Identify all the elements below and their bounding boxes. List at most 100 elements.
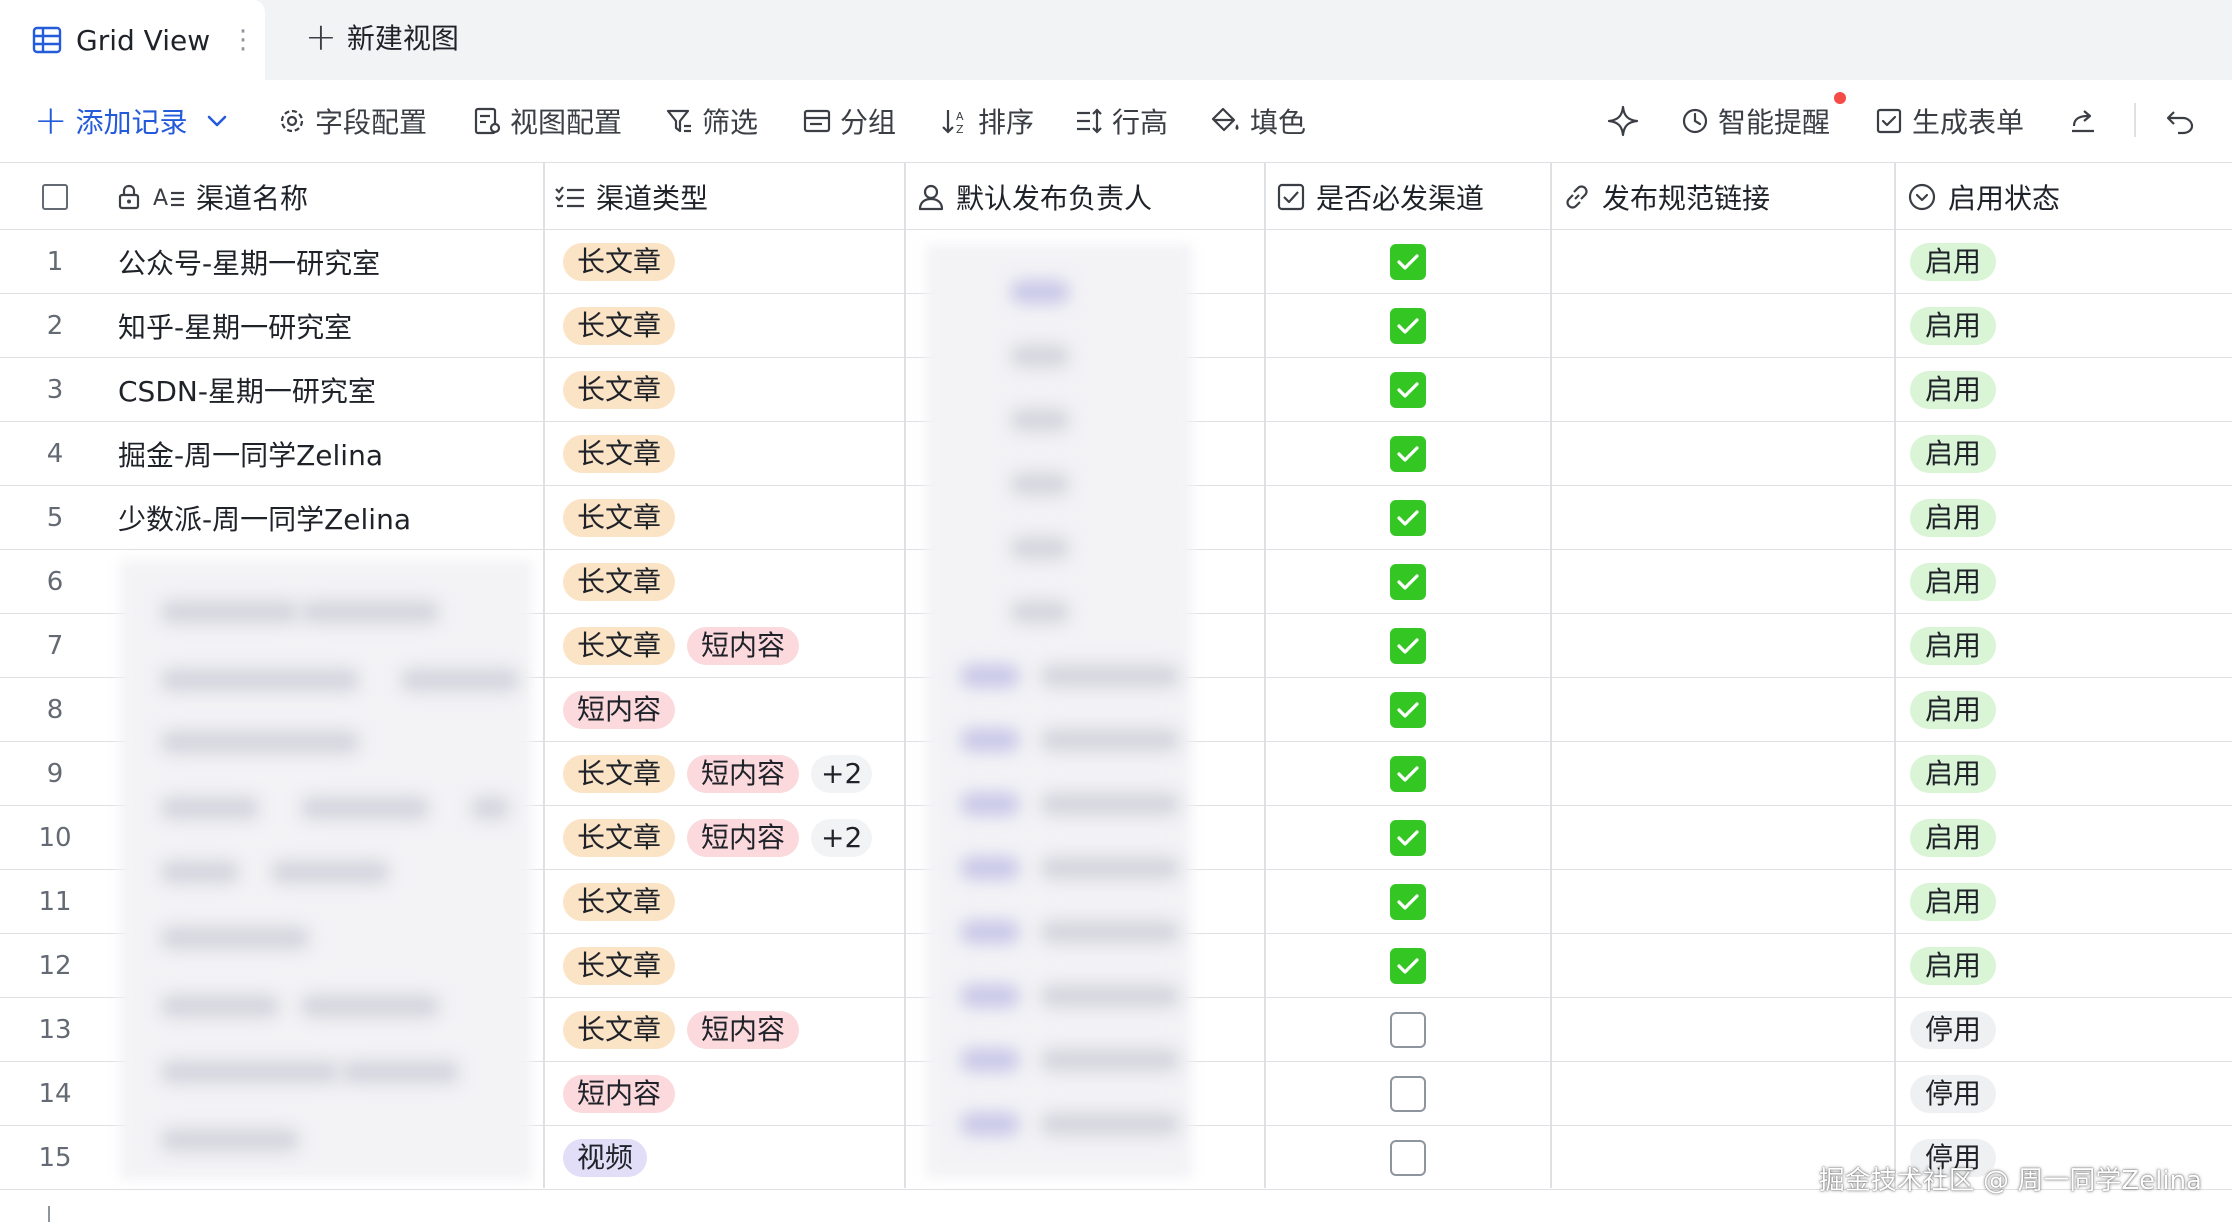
channel-type-cell[interactable]: 长文章 bbox=[563, 230, 676, 293]
enabled-status-cell[interactable]: 停用 bbox=[1910, 998, 1997, 1061]
add-record-button[interactable]: + 添加记录 bbox=[34, 80, 236, 162]
view-config-button[interactable]: 视图配置 bbox=[472, 80, 622, 162]
checkbox-checked[interactable] bbox=[1390, 819, 1426, 856]
spec-link-cell[interactable] bbox=[1552, 358, 1892, 421]
channel-name-cell[interactable]: 知乎-星期一研究室 bbox=[118, 294, 352, 357]
grid-header-row: A 渠道名称 渠道类型 默认发布负责人 是否必发渠道 发布规范链接 启用状态 bbox=[0, 162, 2232, 230]
enabled-status-cell[interactable]: 启用 bbox=[1910, 742, 1997, 805]
channel-type-cell[interactable]: 长文章 bbox=[563, 934, 676, 997]
channel-type-cell[interactable]: 长文章 bbox=[563, 486, 676, 549]
row-height-button[interactable]: 行高 bbox=[1074, 80, 1168, 162]
checkbox-checked[interactable] bbox=[1390, 499, 1426, 536]
spec-link-cell[interactable] bbox=[1552, 806, 1892, 869]
svg-text:A: A bbox=[153, 186, 168, 211]
channel-name-cell[interactable]: 公众号-星期一研究室 bbox=[118, 230, 380, 293]
column-header-enabled-status[interactable]: 启用状态 bbox=[1906, 163, 2060, 230]
checkbox-checked[interactable] bbox=[1390, 691, 1426, 728]
enabled-status-cell[interactable]: 启用 bbox=[1910, 550, 1997, 613]
enabled-status-cell[interactable]: 启用 bbox=[1910, 614, 1997, 677]
channel-type-cell[interactable]: 短内容 bbox=[563, 1062, 676, 1125]
share-button[interactable] bbox=[2068, 80, 2106, 162]
enabled-status-cell[interactable]: 启用 bbox=[1910, 358, 1997, 421]
fill-color-button[interactable]: 填色 bbox=[1210, 80, 1306, 162]
field-config-button[interactable]: 字段配置 bbox=[277, 80, 427, 162]
channel-type-cell[interactable]: 长文章 短内容 bbox=[563, 998, 800, 1061]
column-header-channel-name[interactable]: A 渠道名称 bbox=[116, 163, 308, 230]
channel-name-cell[interactable]: 掘金-周一同学Zelina bbox=[118, 422, 383, 485]
enabled-status-cell[interactable]: 启用 bbox=[1910, 294, 1997, 357]
required-channel-cell bbox=[1390, 934, 1426, 997]
smart-reminder-button[interactable]: 智能提醒 bbox=[1680, 80, 1830, 162]
channel-type-cell[interactable]: 短内容 bbox=[563, 678, 676, 741]
column-header-channel-type[interactable]: 渠道类型 bbox=[554, 163, 708, 230]
column-header-required-channel[interactable]: 是否必发渠道 bbox=[1276, 163, 1484, 230]
required-channel-cell bbox=[1390, 614, 1426, 677]
filter-button[interactable]: 筛选 bbox=[664, 80, 758, 162]
checkbox-checked[interactable] bbox=[1390, 307, 1426, 344]
spec-link-cell[interactable] bbox=[1552, 1062, 1892, 1125]
smart-reminder-label: 智能提醒 bbox=[1718, 106, 1831, 139]
checkbox-checked[interactable] bbox=[1390, 627, 1426, 664]
checkbox-unchecked[interactable] bbox=[1390, 1075, 1426, 1112]
checkbox-unchecked[interactable] bbox=[1390, 1011, 1426, 1048]
paint-bucket-icon bbox=[1211, 107, 1239, 132]
channel-name-cell[interactable]: CSDN-星期一研究室 bbox=[118, 358, 376, 421]
chevron-down-icon[interactable] bbox=[206, 114, 228, 128]
ai-sparkle-button[interactable] bbox=[1606, 80, 1648, 162]
spec-link-cell[interactable] bbox=[1552, 486, 1892, 549]
spec-link-cell[interactable] bbox=[1552, 422, 1892, 485]
checkbox-checked[interactable] bbox=[1390, 243, 1426, 280]
enabled-status-cell[interactable]: 启用 bbox=[1910, 934, 1997, 997]
checkbox-checked[interactable] bbox=[1390, 755, 1426, 792]
column-header-default-owner[interactable]: 默认发布负责人 bbox=[916, 163, 1152, 230]
channel-type-cell[interactable]: 长文章 短内容 +2 bbox=[563, 742, 873, 805]
sort-button[interactable]: AZ 排序 bbox=[940, 80, 1034, 162]
channel-type-cell[interactable]: 长文章 bbox=[563, 550, 676, 613]
channel-type-cell[interactable]: 长文章 bbox=[563, 422, 676, 485]
more-tags-count[interactable]: +2 bbox=[811, 754, 873, 793]
generate-form-button[interactable]: 生成表单 bbox=[1874, 80, 2024, 162]
sort-label: 排序 bbox=[978, 106, 1035, 139]
channel-name-cell[interactable]: 少数派-周一同学Zelina bbox=[118, 486, 411, 549]
enabled-status-cell[interactable]: 停用 bbox=[1910, 1062, 1997, 1125]
checkbox-checked[interactable] bbox=[1390, 435, 1426, 472]
enabled-status-cell[interactable]: 启用 bbox=[1910, 806, 1997, 869]
more-vertical-icon[interactable]: ⋮ bbox=[230, 27, 256, 53]
spec-link-cell[interactable] bbox=[1552, 230, 1892, 293]
enabled-status-cell[interactable]: 启用 bbox=[1910, 678, 1997, 741]
channel-type-cell[interactable]: 长文章 bbox=[563, 294, 676, 357]
checkbox-checked[interactable] bbox=[1390, 371, 1426, 408]
checkbox-checked[interactable] bbox=[1390, 563, 1426, 600]
more-tags-count[interactable]: +2 bbox=[811, 818, 873, 857]
channel-type-cell[interactable]: 长文章 bbox=[563, 358, 676, 421]
channel-type-cell[interactable]: 长文章 bbox=[563, 870, 676, 933]
new-view-button[interactable]: + 新建视图 bbox=[305, 0, 459, 74]
enabled-status-cell[interactable]: 启用 bbox=[1910, 422, 1997, 485]
add-record-label: 添加记录 bbox=[75, 106, 188, 139]
channel-type-tag: 短内容 bbox=[563, 690, 676, 729]
spec-link-cell[interactable] bbox=[1552, 550, 1892, 613]
spec-link-cell[interactable] bbox=[1552, 614, 1892, 677]
spec-link-cell[interactable] bbox=[1552, 870, 1892, 933]
status-badge: 启用 bbox=[1910, 242, 1997, 281]
spec-link-cell[interactable] bbox=[1552, 294, 1892, 357]
enabled-status-cell[interactable]: 启用 bbox=[1910, 230, 1997, 293]
checkbox-checked[interactable] bbox=[1390, 947, 1426, 984]
select-all-checkbox[interactable] bbox=[42, 184, 68, 210]
enabled-status-cell[interactable]: 启用 bbox=[1910, 870, 1997, 933]
checkbox-checked[interactable] bbox=[1390, 883, 1426, 920]
spec-link-cell[interactable] bbox=[1552, 998, 1892, 1061]
checkbox-unchecked[interactable] bbox=[1390, 1139, 1426, 1176]
group-button[interactable]: 分组 bbox=[802, 80, 896, 162]
blurred-text bbox=[400, 668, 520, 692]
channel-type-cell[interactable]: 长文章 短内容 +2 bbox=[563, 806, 873, 869]
spec-link-cell[interactable] bbox=[1552, 742, 1892, 805]
column-header-spec-link[interactable]: 发布规范链接 bbox=[1562, 163, 1770, 230]
tab-grid-view[interactable]: Grid View ⋮ bbox=[0, 0, 265, 80]
channel-type-cell[interactable]: 长文章 短内容 bbox=[563, 614, 800, 677]
channel-type-cell[interactable]: 视频 bbox=[563, 1126, 648, 1189]
enabled-status-cell[interactable]: 启用 bbox=[1910, 486, 1997, 549]
spec-link-cell[interactable] bbox=[1552, 934, 1892, 997]
spec-link-cell[interactable] bbox=[1552, 678, 1892, 741]
undo-button[interactable] bbox=[2164, 80, 2204, 162]
